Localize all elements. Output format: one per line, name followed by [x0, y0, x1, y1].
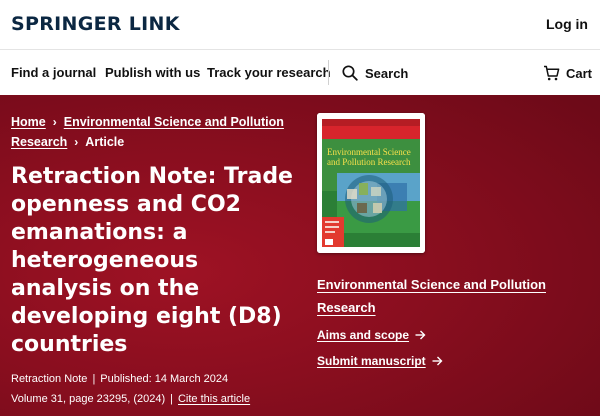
main-nav: Find a journal Publish with us Track you… — [0, 50, 600, 95]
aims-scope-label: Aims and scope — [317, 328, 410, 342]
nav-publish-with-us[interactable]: Publish with us — [105, 65, 200, 80]
search-label: Search — [365, 65, 409, 81]
aims-scope-link[interactable]: Aims and scope — [317, 328, 426, 342]
cite-article-link[interactable]: Cite this article — [178, 393, 250, 405]
top-header: SPRINGER LINK Log in — [0, 0, 600, 50]
breadcrumb-journal-cont[interactable]: Research — [11, 135, 67, 149]
nav-track-research[interactable]: Track your research — [207, 65, 331, 80]
nav-divider — [328, 60, 329, 85]
article-type: Retraction Note — [11, 373, 88, 385]
breadcrumb: Home › Environmental Science and Polluti… — [11, 115, 284, 129]
breadcrumb-article: Article — [85, 135, 125, 149]
submit-manuscript-label: Submit manuscript — [317, 354, 426, 368]
chevron-right-icon: › — [74, 135, 79, 149]
nav-find-journal[interactable]: Find a journal — [11, 65, 96, 80]
cart-button[interactable]: Cart — [543, 62, 592, 84]
article-hero: Home › Environmental Science and Polluti… — [0, 95, 600, 416]
chevron-right-icon: › — [52, 115, 57, 129]
login-link[interactable]: Log in — [546, 16, 588, 32]
breadcrumb-continued: Research › Article — [11, 135, 124, 149]
cover-title: Environmental Science and Pollution Rese… — [327, 147, 411, 167]
cart-icon — [543, 65, 560, 81]
article-citation: Volume 31, page 23295, (2024) | Cite this … — [11, 393, 251, 405]
springer-link-logo[interactable]: SPRINGER LINK — [11, 13, 180, 35]
article-meta: Retraction Note | Published: 14 March 2024 — [11, 373, 229, 385]
journal-cover-image[interactable]: Environmental Science and Pollution Rese… — [317, 113, 425, 253]
arrow-right-icon — [432, 356, 443, 366]
submit-manuscript-link[interactable]: Submit manuscript — [317, 354, 443, 368]
breadcrumb-journal[interactable]: Environmental Science and Pollution — [64, 115, 284, 129]
search-button[interactable]: Search — [342, 62, 408, 84]
cart-label: Cart — [566, 65, 593, 81]
article-title: Retraction Note: Trade openness and CO2 … — [11, 164, 293, 357]
arrow-right-icon — [415, 330, 426, 340]
publish-date: Published: 14 March 2024 — [100, 373, 229, 385]
volume-info: Volume 31, page 23295, (2024) — [11, 393, 166, 405]
search-icon — [342, 65, 358, 81]
breadcrumb-home[interactable]: Home — [11, 115, 46, 129]
journal-name-link[interactable]: Environmental Science and Pollution Rese… — [317, 273, 577, 319]
